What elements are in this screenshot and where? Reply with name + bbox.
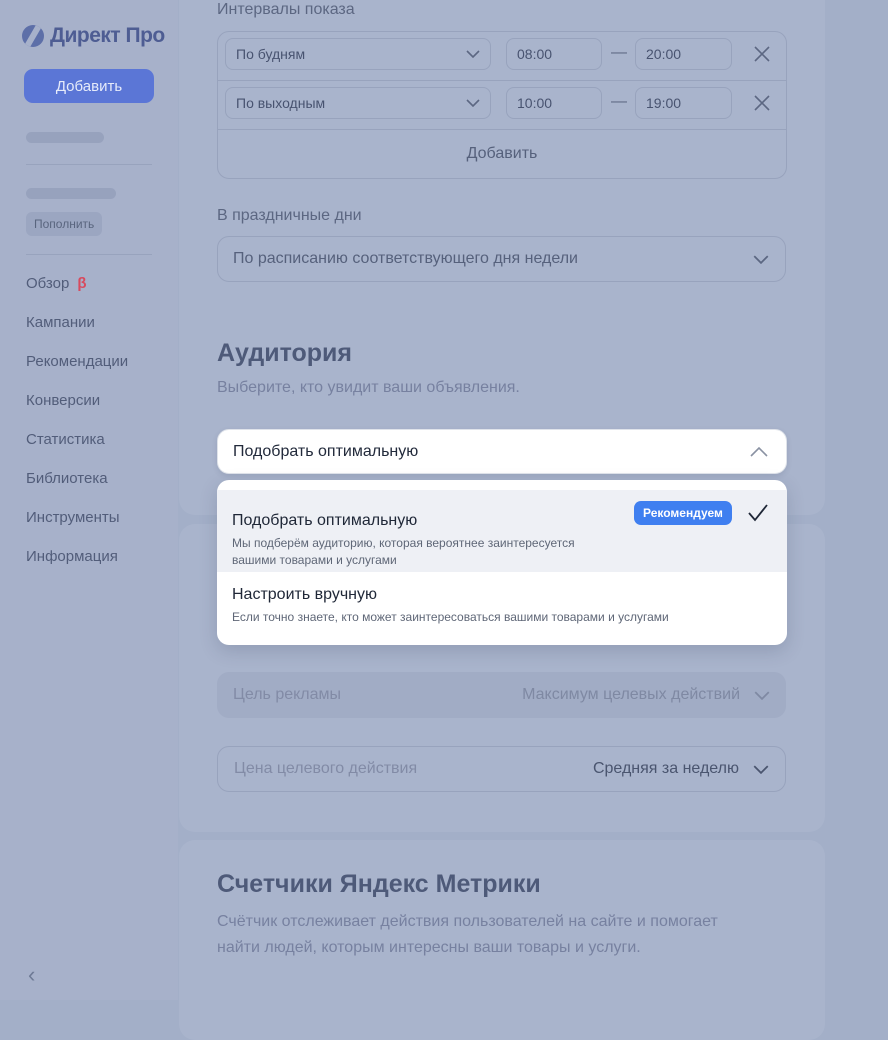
sidebar-item-recommendations[interactable]: Рекомендации: [26, 350, 128, 389]
ad-goal-label: Цель рекламы: [233, 686, 342, 703]
target-price-select[interactable]: Цена целевого действия Средняя за неделю: [217, 746, 786, 792]
sidebar-item-label: Рекомендации: [26, 353, 129, 370]
time-separator: —: [611, 93, 627, 110]
remove-interval-icon[interactable]: [752, 44, 772, 64]
audience-select[interactable]: Подобрать оптимальную: [217, 429, 787, 474]
chevron-down-icon: [466, 99, 480, 107]
day-type-value: По выходным: [236, 95, 326, 111]
recommended-badge: Рекомендуем: [634, 501, 732, 525]
intervals-title: Интервалы показа: [217, 1, 355, 18]
target-price-label: Цена целевого действия: [234, 760, 418, 777]
option-title: Настроить вручную: [232, 586, 378, 603]
time-from-input[interactable]: 10:00: [506, 87, 602, 119]
ad-goal-value: Максимум целевых действий: [522, 686, 740, 703]
audience-option-optimal[interactable]: Подобрать оптимальную Мы подберём аудито…: [217, 490, 787, 572]
chevron-down-icon: [753, 254, 769, 264]
sidebar-item-label: Обзор: [26, 275, 70, 292]
loading-placeholder: [26, 188, 116, 199]
sidebar-item-statistics[interactable]: Статистика: [26, 428, 128, 467]
option-title: Подобрать оптимальную: [232, 512, 418, 529]
sidebar-item-label: Информация: [26, 548, 118, 565]
sidebar-nav: Обзор β Кампании Рекомендации Конверсии …: [26, 272, 128, 584]
holidays-value: По расписанию соответствующего дня недел…: [233, 250, 578, 267]
day-type-value: По будням: [236, 46, 306, 62]
holidays-select[interactable]: По расписанию соответствующего дня недел…: [217, 236, 786, 282]
divider: [26, 254, 152, 255]
sidebar-item-label: Библиотека: [26, 470, 108, 487]
checkmark-icon: [748, 504, 768, 522]
collapse-sidebar-icon[interactable]: ‹: [28, 962, 35, 988]
add-campaign-button[interactable]: Добавить: [24, 69, 154, 103]
time-from-input[interactable]: 08:00: [506, 38, 602, 70]
time-to-input[interactable]: 20:00: [635, 38, 732, 70]
audience-option-manual[interactable]: Настроить вручную Если точно знаете, кто…: [217, 572, 787, 642]
ad-goal-select[interactable]: Цель рекламы Максимум целевых действий: [217, 672, 786, 718]
time-to-input[interactable]: 19:00: [635, 87, 732, 119]
option-desc: Если точно знаете, кто может заинтересов…: [232, 610, 669, 624]
chevron-down-icon: [754, 690, 770, 700]
sidebar-item-label: Инструменты: [26, 509, 120, 526]
time-separator: —: [611, 44, 627, 61]
chevron-up-icon: [750, 446, 768, 457]
logo-text: Директ Про: [50, 24, 165, 47]
audience-title: Аудитория: [217, 339, 352, 367]
loading-placeholder: [26, 132, 104, 143]
sidebar: Директ Про Добавить Пополнить Обзор β Ка…: [0, 0, 178, 1000]
remove-interval-icon[interactable]: [752, 93, 772, 113]
topup-button[interactable]: Пополнить: [26, 212, 103, 236]
option-desc-line1: Мы подберём аудиторию, которая вероятнее…: [232, 536, 575, 550]
logo-icon: [22, 25, 44, 47]
option-desc-line2: вашими товарами и услугами: [232, 553, 397, 567]
sidebar-item-library[interactable]: Библиотека: [26, 467, 128, 506]
logo[interactable]: Директ Про: [22, 24, 165, 48]
metrika-desc-line1: Счётчик отслеживает действия пользовател…: [217, 913, 718, 930]
holidays-label: В праздничные дни: [217, 207, 362, 224]
sidebar-item-conversions[interactable]: Конверсии: [26, 389, 128, 428]
day-type-select[interactable]: По выходным: [225, 87, 491, 119]
sidebar-item-campaigns[interactable]: Кампании: [26, 311, 128, 350]
sidebar-item-info[interactable]: Информация: [26, 545, 128, 584]
metrika-title: Счетчики Яндекс Метрики: [217, 870, 541, 898]
metrika-desc-line2: найти людей, которым интересны ваши това…: [217, 939, 641, 956]
audience-subtitle: Выберите, кто увидит ваши объявления.: [217, 379, 520, 396]
chevron-down-icon: [466, 50, 480, 58]
beta-badge: β: [77, 275, 87, 292]
audience-selected-value: Подобрать оптимальную: [233, 442, 419, 460]
sidebar-item-tools[interactable]: Инструменты: [26, 506, 128, 545]
chevron-down-icon: [753, 764, 769, 774]
target-price-value: Средняя за неделю: [592, 760, 739, 777]
audience-dropdown-menu: Подобрать оптимальную Мы подберём аудито…: [217, 480, 787, 645]
day-type-select[interactable]: По будням: [225, 38, 491, 70]
add-interval-button[interactable]: Добавить: [218, 130, 786, 178]
divider: [26, 164, 152, 165]
divider: [218, 80, 786, 81]
intervals-box: По будням 08:00 — 20:00 По выходным 10:0…: [217, 31, 787, 179]
sidebar-item-label: Статистика: [26, 431, 105, 448]
sidebar-item-label: Конверсии: [26, 392, 101, 409]
sidebar-item-label: Кампании: [26, 314, 95, 331]
sidebar-item-overview[interactable]: Обзор β: [26, 272, 128, 311]
